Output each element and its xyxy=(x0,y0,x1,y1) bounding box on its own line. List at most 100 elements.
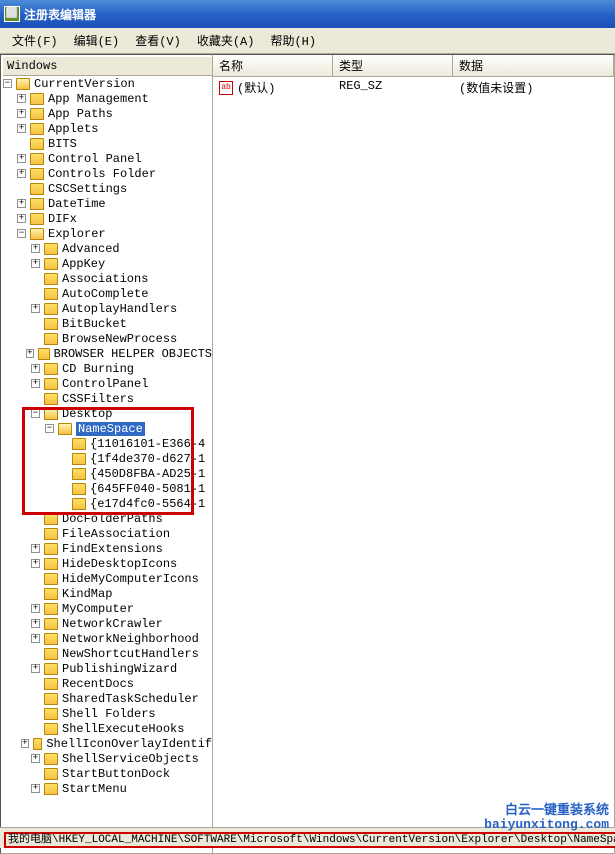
tree-row[interactable]: DocFolderPaths xyxy=(3,511,212,526)
folder-icon xyxy=(16,78,30,90)
tree-row[interactable]: Associations xyxy=(3,271,212,286)
expander-icon[interactable]: + xyxy=(17,169,26,178)
expander-icon[interactable]: + xyxy=(17,124,26,133)
expander-icon[interactable]: + xyxy=(31,259,40,268)
tree-row[interactable]: − CurrentVersion xyxy=(3,76,212,91)
expander-icon[interactable]: + xyxy=(17,94,26,103)
tree-row[interactable]: CSSFilters xyxy=(3,391,212,406)
tree-row[interactable]: + App Management xyxy=(3,91,212,106)
folder-icon xyxy=(44,528,58,540)
list-pane[interactable]: 名称 类型 数据 ab (默认) REG_SZ (数值未设置) xyxy=(213,54,615,854)
tree-row[interactable]: {e17d4fc0-5564-1 xyxy=(3,496,212,511)
tree-row[interactable]: ShellExecuteHooks xyxy=(3,721,212,736)
tree-row[interactable]: + ShellIconOverlayIdentif xyxy=(3,736,212,751)
list-row[interactable]: ab (默认) REG_SZ (数值未设置) xyxy=(213,77,614,98)
menu-favorites[interactable]: 收藏夹(A) xyxy=(189,30,263,51)
tree-row[interactable]: + NetworkCrawler xyxy=(3,616,212,631)
expander-icon[interactable]: + xyxy=(31,559,40,568)
folder-icon xyxy=(30,198,44,210)
expander-icon[interactable]: − xyxy=(17,229,26,238)
expander-icon[interactable]: + xyxy=(26,349,34,358)
tree-row[interactable]: + NetworkNeighborhood xyxy=(3,631,212,646)
tree-row[interactable]: + DIFx xyxy=(3,211,212,226)
folder-icon xyxy=(58,423,72,435)
tree-row[interactable]: + Controls Folder xyxy=(3,166,212,181)
tree-row[interactable]: + Control Panel xyxy=(3,151,212,166)
expander-icon[interactable]: − xyxy=(31,409,40,418)
tree-row[interactable]: − NameSpace xyxy=(3,421,212,436)
tree-label: DocFolderPaths xyxy=(62,512,163,526)
expander-icon[interactable]: − xyxy=(45,424,54,433)
tree-row[interactable]: AutoComplete xyxy=(3,286,212,301)
tree-row[interactable]: + Advanced xyxy=(3,241,212,256)
expander-icon[interactable]: + xyxy=(21,739,28,748)
col-type[interactable]: 类型 xyxy=(333,55,453,76)
folder-icon xyxy=(44,258,58,270)
tree-row[interactable]: + Applets xyxy=(3,121,212,136)
menu-help[interactable]: 帮助(H) xyxy=(262,30,324,51)
tree-row[interactable]: StartButtonDock xyxy=(3,766,212,781)
expander-icon[interactable]: + xyxy=(31,664,40,673)
folder-icon xyxy=(44,648,58,660)
tree-label: {e17d4fc0-5564-1 xyxy=(90,497,205,511)
expander-icon[interactable]: + xyxy=(31,379,40,388)
tree-row[interactable]: RecentDocs xyxy=(3,676,212,691)
tree-row[interactable]: + AppKey xyxy=(3,256,212,271)
tree-row[interactable]: + DateTime xyxy=(3,196,212,211)
expander-icon[interactable]: + xyxy=(17,199,26,208)
tree-row[interactable]: + HideDesktopIcons xyxy=(3,556,212,571)
tree-row[interactable]: SharedTaskScheduler xyxy=(3,691,212,706)
tree-row[interactable]: + App Paths xyxy=(3,106,212,121)
tree-row[interactable]: {645FF040-5081-1 xyxy=(3,481,212,496)
expander-icon[interactable]: + xyxy=(31,754,40,763)
tree-row[interactable]: − Explorer xyxy=(3,226,212,241)
tree-row[interactable]: − Desktop xyxy=(3,406,212,421)
expander-icon[interactable]: + xyxy=(31,244,40,253)
folder-icon xyxy=(44,783,58,795)
folder-icon xyxy=(72,453,86,465)
tree-row[interactable]: {450D8FBA-AD25-1 xyxy=(3,466,212,481)
expander-icon[interactable]: + xyxy=(31,604,40,613)
expander-icon[interactable]: + xyxy=(17,214,26,223)
tree-row[interactable]: + PublishingWizard xyxy=(3,661,212,676)
tree-pane[interactable]: Windows − CurrentVersion + App Managemen… xyxy=(0,54,213,854)
tree-row[interactable]: {1f4de370-d627-1 xyxy=(3,451,212,466)
tree-row[interactable]: BrowseNewProcess xyxy=(3,331,212,346)
col-name[interactable]: 名称 xyxy=(213,55,333,76)
tree-row[interactable]: Shell Folders xyxy=(3,706,212,721)
folder-icon xyxy=(44,318,58,330)
expander-icon[interactable]: + xyxy=(17,109,26,118)
tree-row[interactable]: KindMap xyxy=(3,586,212,601)
tree-row[interactable]: + MyComputer xyxy=(3,601,212,616)
col-data[interactable]: 数据 xyxy=(453,55,614,76)
folder-icon xyxy=(38,348,50,360)
tree-row[interactable]: BitBucket xyxy=(3,316,212,331)
expander-icon[interactable]: + xyxy=(31,634,40,643)
expander-icon[interactable]: + xyxy=(31,544,40,553)
expander-icon[interactable]: + xyxy=(31,364,40,373)
tree-row[interactable]: + BROWSER HELPER OBJECTS xyxy=(3,346,212,361)
tree-row[interactable]: + ShellServiceObjects xyxy=(3,751,212,766)
tree-row[interactable]: {11016101-E366-4 xyxy=(3,436,212,451)
tree-row[interactable]: + FindExtensions xyxy=(3,541,212,556)
tree-row[interactable]: + StartMenu xyxy=(3,781,212,796)
menu-edit[interactable]: 编辑(E) xyxy=(66,30,128,51)
menu-view[interactable]: 查看(V) xyxy=(127,30,189,51)
expander-icon[interactable]: − xyxy=(3,79,12,88)
tree-row[interactable]: NewShortcutHandlers xyxy=(3,646,212,661)
expander-icon[interactable]: + xyxy=(31,784,40,793)
menu-file[interactable]: 文件(F) xyxy=(4,30,66,51)
tree-row[interactable]: + CD Burning xyxy=(3,361,212,376)
expander-icon[interactable]: + xyxy=(31,304,40,313)
tree-row[interactable]: + AutoplayHandlers xyxy=(3,301,212,316)
folder-icon xyxy=(44,573,58,585)
expander-icon[interactable]: + xyxy=(17,154,26,163)
expander-icon[interactable]: + xyxy=(31,619,40,628)
folder-icon xyxy=(44,363,58,375)
tree-row[interactable]: HideMyComputerIcons xyxy=(3,571,212,586)
tree-row[interactable]: FileAssociation xyxy=(3,526,212,541)
tree-row[interactable]: CSCSettings xyxy=(3,181,212,196)
tree-row[interactable]: BITS xyxy=(3,136,212,151)
folder-icon xyxy=(30,168,44,180)
tree-row[interactable]: + ControlPanel xyxy=(3,376,212,391)
